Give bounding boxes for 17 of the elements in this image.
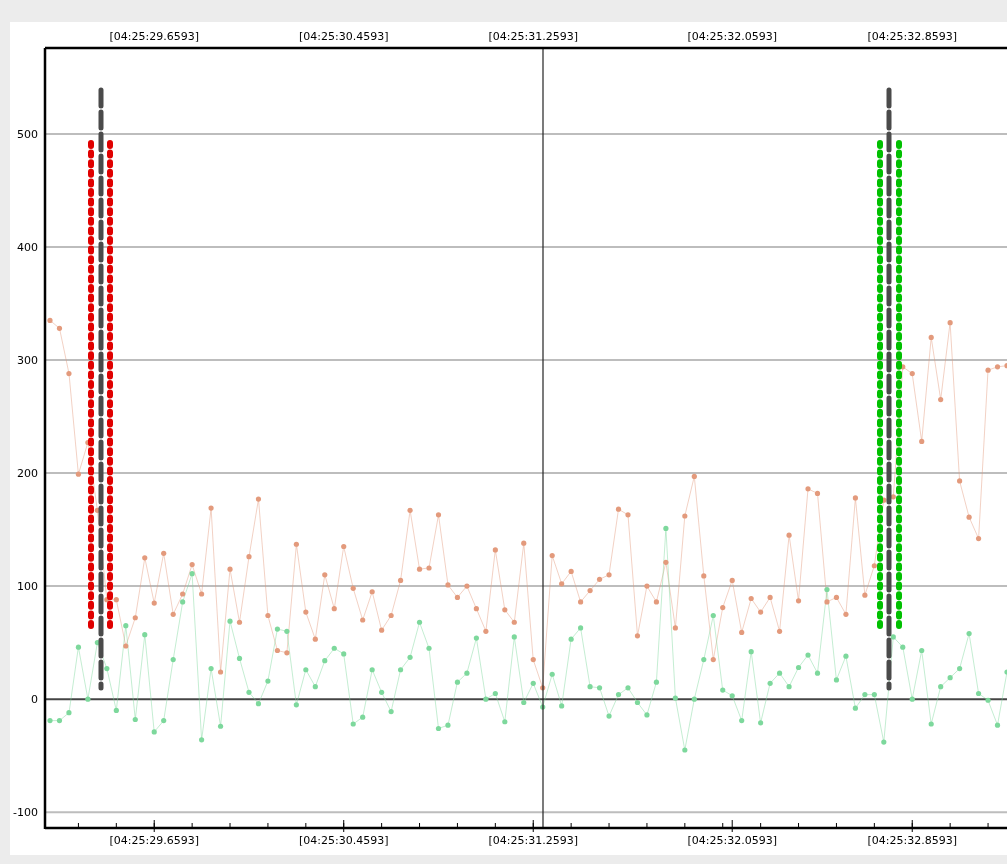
y-axis-label: 100 xyxy=(17,580,38,594)
y-axis-label: 500 xyxy=(17,127,38,141)
top-axis-label: [04:25:32.0593] xyxy=(687,30,777,43)
y-axis-label: 300 xyxy=(17,354,38,367)
x-axis-label: [04:25:31.2593] xyxy=(488,834,578,847)
x-axis-label: [04:25:32.0593] xyxy=(687,834,777,847)
x-axis-label: [04:25:29.6593] xyxy=(109,834,199,847)
top-axis-label: [04:25:31.2593] xyxy=(488,30,578,43)
y-axis-label: 0 xyxy=(31,693,38,707)
y-axis-label: 400 xyxy=(17,240,38,254)
x-axis-label: [04:25:32.8593] xyxy=(867,834,957,847)
y-axis-label: -100 xyxy=(13,806,38,820)
top-axis-label: [04:25:32.8593] xyxy=(867,30,957,43)
top-axis-label: [04:25:29.6593] xyxy=(109,30,199,43)
top-axis-label: [04:25:30.4593] xyxy=(299,30,389,43)
x-axis-label: [04:25:30.4593] xyxy=(299,834,389,847)
y-axis-label: 200 xyxy=(17,467,38,481)
